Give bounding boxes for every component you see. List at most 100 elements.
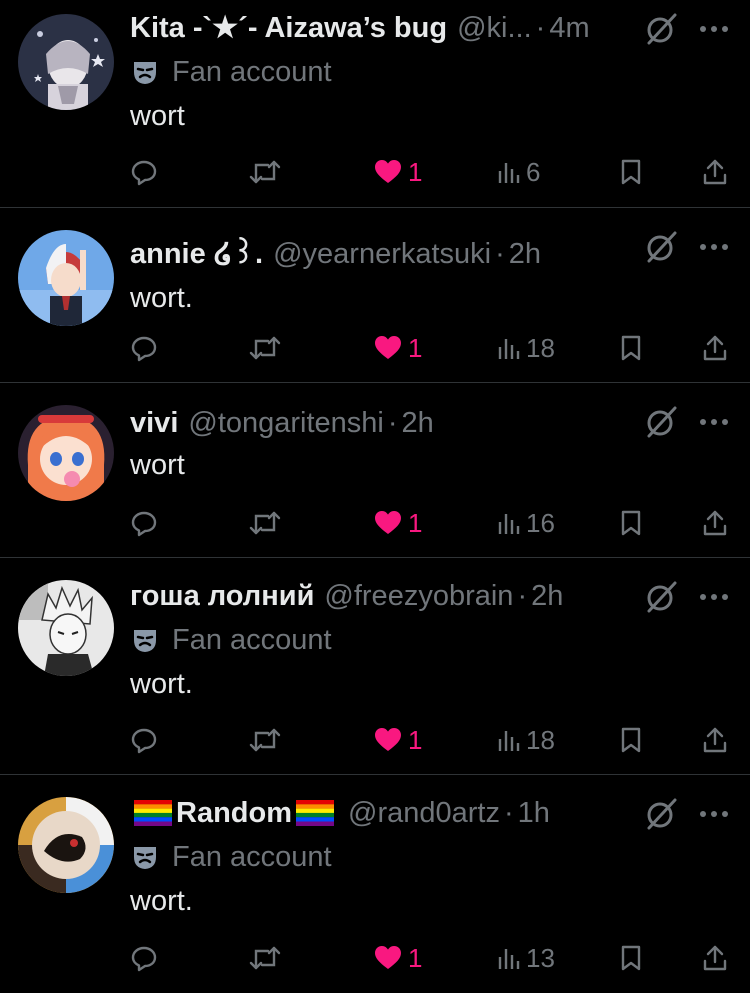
views-icon xyxy=(498,514,520,534)
bookmark-icon xyxy=(621,727,641,753)
grok-icon[interactable] xyxy=(644,797,678,831)
timestamp[interactable]: 2h xyxy=(509,234,541,274)
like-button[interactable]: 1 xyxy=(374,940,422,976)
tweet-2[interactable]: annie ໒꒱. @yearnerkatsuki · 2h wort. 1 1… xyxy=(0,208,750,383)
views-icon xyxy=(498,731,520,751)
avatar-kita[interactable] xyxy=(18,14,114,110)
display-name[interactable]: annie ໒꒱. xyxy=(130,234,263,274)
reply-button[interactable] xyxy=(130,505,158,541)
retweet-button[interactable] xyxy=(248,330,282,366)
share-button[interactable] xyxy=(702,722,728,758)
like-button[interactable]: 1 xyxy=(374,154,422,190)
reply-button[interactable] xyxy=(130,940,158,976)
like-button[interactable]: 1 xyxy=(374,722,422,758)
more-icon[interactable] xyxy=(696,580,732,614)
user-handle[interactable]: @yearnerkatsuki xyxy=(273,234,491,274)
avatar-annie-image xyxy=(18,230,114,326)
user-handle[interactable]: @tongaritenshi xyxy=(188,403,384,443)
avatar-gosha[interactable] xyxy=(18,580,114,676)
like-count: 1 xyxy=(408,156,423,187)
like-button[interactable]: 1 xyxy=(374,330,422,366)
fan-account-label: Fan account xyxy=(130,52,332,92)
grok-icon[interactable] xyxy=(644,12,678,46)
retweet-button[interactable] xyxy=(248,722,282,758)
views-count: 18 xyxy=(526,332,555,363)
bookmark-button[interactable] xyxy=(620,154,642,190)
rainbow-flag-icon xyxy=(296,800,334,826)
views-button[interactable]: 13 xyxy=(498,940,555,976)
reply-button[interactable] xyxy=(130,330,158,366)
retweet-button[interactable] xyxy=(248,154,282,190)
display-name[interactable]: Kita -`★´- Aizawa’s bug xyxy=(130,8,447,48)
grok-icon[interactable] xyxy=(644,580,678,614)
views-button[interactable]: 6 xyxy=(498,154,540,190)
tweet-header: Kita -`★´- Aizawa’s bug @ki... · 4m xyxy=(130,8,630,48)
views-button[interactable]: 18 xyxy=(498,330,555,366)
rainbow-flag-icon xyxy=(134,800,172,826)
tweet-header: гоша лолний @freezyobrain · 2h xyxy=(130,576,630,616)
views-icon xyxy=(498,949,520,969)
reply-icon xyxy=(131,511,157,537)
tweet-text: wort. xyxy=(130,282,193,314)
mask-icon xyxy=(134,847,156,869)
separator: · xyxy=(387,407,398,439)
display-name[interactable]: vivi xyxy=(130,403,178,443)
like-count: 1 xyxy=(408,942,423,973)
avatar-random[interactable] xyxy=(18,797,114,893)
views-count: 16 xyxy=(526,507,555,538)
views-count: 13 xyxy=(526,942,555,973)
timestamp[interactable]: 1h xyxy=(518,793,550,833)
tweet-4[interactable]: гоша лолний @freezyobrain · 2h Fan accou… xyxy=(0,558,750,775)
timestamp[interactable]: 2h xyxy=(531,576,563,616)
tweet-3[interactable]: vivi @tongaritenshi · 2h wort 1 16 xyxy=(0,383,750,558)
more-icon[interactable] xyxy=(696,405,732,439)
share-button[interactable] xyxy=(702,330,728,366)
share-icon xyxy=(703,159,727,185)
share-icon xyxy=(703,335,727,361)
grok-icon[interactable] xyxy=(644,230,678,264)
share-icon xyxy=(703,945,727,971)
reply-button[interactable] xyxy=(130,154,158,190)
tweet-1[interactable]: Kita -`★´- Aizawa’s bug @ki... · 4m Fan … xyxy=(0,0,750,208)
share-button[interactable] xyxy=(702,940,728,976)
views-icon xyxy=(498,163,520,183)
retweet-button[interactable] xyxy=(248,505,282,541)
tweet-header: annie ໒꒱. @yearnerkatsuki · 2h xyxy=(130,234,630,274)
share-button[interactable] xyxy=(702,154,728,190)
heart-icon xyxy=(375,160,401,183)
more-icon[interactable] xyxy=(696,12,732,46)
reply-icon xyxy=(131,160,157,186)
grok-icon[interactable] xyxy=(644,405,678,439)
bookmark-icon xyxy=(621,945,641,971)
separator: · xyxy=(535,12,546,44)
avatar-vivi-image xyxy=(18,405,114,501)
timestamp[interactable]: 2h xyxy=(402,403,434,443)
fan-account-label: Fan account xyxy=(130,620,332,660)
bookmark-button[interactable] xyxy=(620,330,642,366)
mask-icon xyxy=(134,62,156,84)
timestamp[interactable]: 4m xyxy=(549,8,589,48)
user-handle[interactable]: @ki... xyxy=(457,8,532,48)
user-handle[interactable]: @rand0artz xyxy=(348,793,500,833)
share-button[interactable] xyxy=(702,505,728,541)
fan-account-text: Fan account xyxy=(172,840,332,873)
more-icon[interactable] xyxy=(696,230,732,264)
fan-account-label: Fan account xyxy=(130,837,332,877)
avatar-vivi[interactable] xyxy=(18,405,114,501)
display-name[interactable]: гоша лолний xyxy=(130,576,314,616)
views-button[interactable]: 18 xyxy=(498,722,555,758)
views-button[interactable]: 16 xyxy=(498,505,555,541)
avatar-annie[interactable] xyxy=(18,230,114,326)
bookmark-button[interactable] xyxy=(620,722,642,758)
like-button[interactable]: 1 xyxy=(374,505,422,541)
tweet-5[interactable]: Random @rand0artz · 1h Fan account wort.… xyxy=(0,775,750,993)
reply-button[interactable] xyxy=(130,722,158,758)
more-icon[interactable] xyxy=(696,797,732,831)
retweet-button[interactable] xyxy=(248,940,282,976)
heart-icon xyxy=(375,336,401,359)
user-handle[interactable]: @freezyobrain xyxy=(324,576,513,616)
separator: · xyxy=(495,238,505,270)
display-name[interactable]: Random xyxy=(176,793,292,833)
bookmark-button[interactable] xyxy=(620,505,642,541)
bookmark-button[interactable] xyxy=(620,940,642,976)
